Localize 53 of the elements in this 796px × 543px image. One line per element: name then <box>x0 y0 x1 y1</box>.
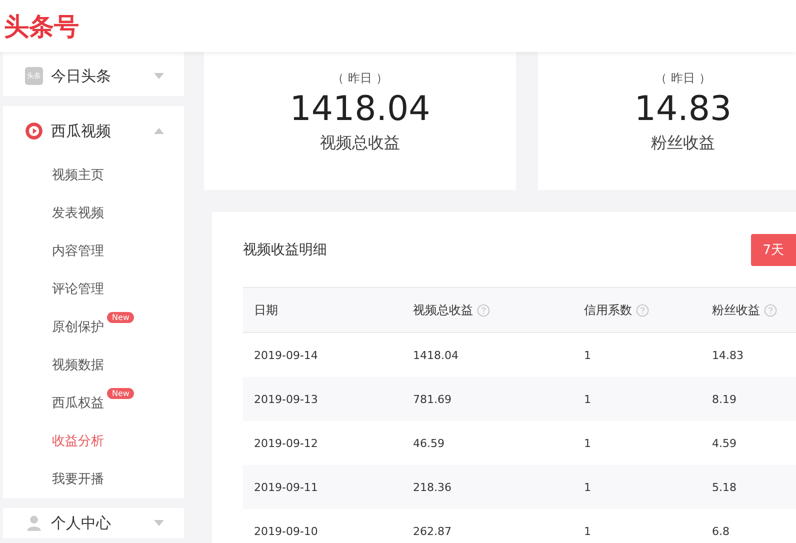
sidebar-group-header[interactable]: 个人中心 <box>3 508 184 538</box>
panel-title: 视频收益明细 <box>243 241 328 259</box>
column-header: 信用系数 <box>584 302 632 318</box>
table-cell: 218.36 <box>413 480 452 494</box>
help-icon[interactable] <box>477 304 490 316</box>
table-cell: 2019-09-13 <box>254 392 318 406</box>
stat-label: 粉丝收益 <box>651 133 715 154</box>
new-badge: New <box>107 312 134 323</box>
sidebar-group-header[interactable]: 西瓜视频 <box>3 106 184 156</box>
help-icon[interactable] <box>636 304 649 316</box>
stat-value: 14.83 <box>634 89 732 129</box>
group-label: 今日头条 <box>51 66 112 86</box>
table-cell: 1 <box>584 392 591 406</box>
table-cell: 6.8 <box>712 524 730 538</box>
table-cell: 1 <box>584 436 591 450</box>
table-cell: 5.18 <box>712 480 736 494</box>
help-icon[interactable] <box>764 304 777 316</box>
column-header: 日期 <box>254 302 278 318</box>
table-cell: 2019-09-14 <box>254 348 318 362</box>
column-header: 视频总收益 <box>413 302 473 318</box>
table-cell: 2019-09-11 <box>254 480 318 494</box>
table-cell: 781.69 <box>413 392 452 406</box>
menu-item[interactable]: 内容管理 <box>52 242 104 260</box>
new-badge: New <box>107 388 134 399</box>
menu-item[interactable]: 收益分析 <box>52 432 104 450</box>
group-label: 个人中心 <box>51 514 112 532</box>
menu-item[interactable]: 原创保护 <box>52 318 104 336</box>
column-header: 粉丝收益 <box>712 302 760 318</box>
menu-item[interactable]: 发表视频 <box>52 204 104 222</box>
menu-item[interactable]: 我要开播 <box>52 470 104 488</box>
table-cell: 46.59 <box>413 436 444 450</box>
group-label: 西瓜视频 <box>51 122 112 140</box>
table-cell: 1 <box>584 524 591 538</box>
table-cell: 4.59 <box>712 436 736 450</box>
table-cell: 14.83 <box>712 348 744 362</box>
logo[interactable]: 头条号 <box>4 10 79 42</box>
person-icon <box>25 514 43 532</box>
play-circle-icon <box>25 122 43 140</box>
period-label: （ 昨日 ） <box>332 70 388 87</box>
table-cell: 2019-09-12 <box>254 436 318 450</box>
table-cell: 262.87 <box>413 524 452 538</box>
stat-label: 视频总收益 <box>320 133 400 154</box>
stat-value: 1418.04 <box>290 89 430 129</box>
table-cell: 2019-09-10 <box>254 524 318 538</box>
menu-item[interactable]: 评论管理 <box>52 280 104 298</box>
menu-item[interactable]: 视频数据 <box>52 356 104 374</box>
table-cell: 8.19 <box>712 392 736 406</box>
table-cell: 1 <box>584 348 591 362</box>
menu-item[interactable]: 西瓜权益 <box>52 394 104 412</box>
table-cell: 1418.04 <box>413 348 458 362</box>
menu-item[interactable]: 视频主页 <box>52 166 104 184</box>
table-cell: 1 <box>584 480 591 494</box>
period-label: （ 昨日 ） <box>655 70 711 87</box>
